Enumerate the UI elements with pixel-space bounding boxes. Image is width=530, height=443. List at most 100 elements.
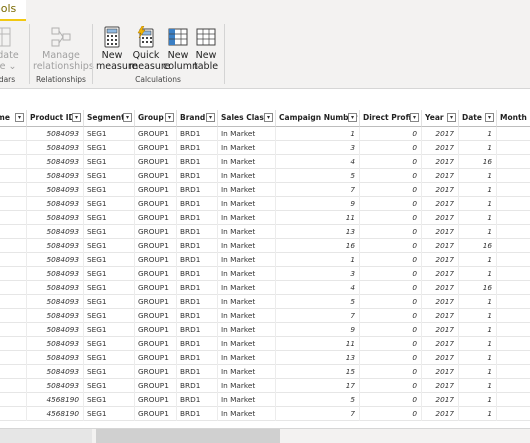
cell-sales-class: In Market — [218, 197, 276, 211]
filter-dropdown-icon[interactable]: ▾ — [72, 113, 81, 122]
table-row[interactable]: 5084093 SEG1 GROUP1 BRD1 In Market 1 0 2017 1 — [0, 127, 530, 141]
cell-campaign-number: 4 — [276, 155, 360, 169]
scroll-thumb[interactable] — [96, 429, 280, 443]
cell-segment: SEG1 — [84, 267, 135, 281]
cell-group: GROUP1 — [135, 365, 177, 379]
column-header-date[interactable]: Date ▾ — [459, 110, 497, 127]
table-row[interactable]: 5084093 SEG1 GROUP1 BRD1 In Market 13 0 2017 1 — [0, 225, 530, 239]
cell-product-id: 5084093 — [27, 197, 84, 211]
table-row[interactable]: 5084093 SEG1 GROUP1 BRD1 In Market 13 0 2017 1 — [0, 351, 530, 365]
filter-dropdown-icon[interactable]: ▾ — [206, 113, 215, 122]
filter-dropdown-icon[interactable]: ▾ — [123, 113, 132, 122]
cell-year: 2017 — [422, 169, 459, 183]
table-row[interactable]: 5084093 SEG1 GROUP1 BRD1 In Market 3 0 2017 1 — [0, 267, 530, 281]
new-column-button[interactable]: New column — [163, 26, 198, 72]
new-measure-button[interactable]: New measure — [96, 26, 137, 72]
cell-sales-class: In Market — [218, 253, 276, 267]
column-header-segment[interactable]: Segment ▾ — [84, 110, 135, 127]
table-row[interactable]: 5084093 SEG1 GROUP1 BRD1 In Market 15 0 2017 1 — [0, 365, 530, 379]
cell-campaign-number: 5 — [276, 169, 360, 183]
table-row[interactable]: 5084093 SEG1 GROUP1 BRD1 In Market 5 0 2017 1 — [0, 169, 530, 183]
cell-product-id: 5084093 — [27, 127, 84, 141]
bottom-scrollbar[interactable] — [0, 428, 530, 443]
table-row[interactable]: 5084093 SEG1 GROUP1 BRD1 In Market 11 0 2017 1 — [0, 211, 530, 225]
cell-name — [0, 183, 27, 197]
table-row[interactable]: 5084093 SEG1 GROUP1 BRD1 In Market 17 0 2017 1 — [0, 379, 530, 393]
table-row[interactable]: 4568190 SEG1 GROUP1 BRD1 In Market 5 0 2017 1 — [0, 393, 530, 407]
quick-measure-label-2: measure — [129, 61, 171, 72]
table-row[interactable]: 5084093 SEG1 GROUP1 BRD1 In Market 7 0 2017 1 — [0, 309, 530, 323]
table-row[interactable]: 4568190 SEG1 GROUP1 BRD1 In Market 7 0 2017 1 — [0, 407, 530, 421]
filter-dropdown-icon[interactable]: ▾ — [15, 113, 24, 122]
column-header-sales-class[interactable]: Sales Class ▾ — [218, 110, 276, 127]
column-header-direct-profit[interactable]: Direct Profit ▾ — [360, 110, 422, 127]
table-row[interactable]: 5084093 SEG1 GROUP1 BRD1 In Market 16 0 2017 16 — [0, 239, 530, 253]
cell-direct-profit: 0 — [360, 155, 422, 169]
cell-segment: SEG1 — [84, 183, 135, 197]
cell-campaign-number: 13 — [276, 351, 360, 365]
table-row[interactable]: 5084093 SEG1 GROUP1 BRD1 In Market 7 0 2017 1 — [0, 183, 530, 197]
cell-name — [0, 407, 27, 421]
cell-segment: SEG1 — [84, 169, 135, 183]
cell-direct-profit: 0 — [360, 323, 422, 337]
column-header-year[interactable]: Year ▾ — [422, 110, 459, 127]
cell-name — [0, 197, 27, 211]
quick-measure-button[interactable]: Quick measure — [129, 26, 171, 72]
cell-year: 2017 — [422, 127, 459, 141]
filter-dropdown-icon[interactable]: ▾ — [264, 113, 273, 122]
cell-brand: BRD1 — [177, 267, 218, 281]
cell-product-id: 5084093 — [27, 267, 84, 281]
table-row[interactable]: 5084093 SEG1 GROUP1 BRD1 In Market 4 0 2017 16 — [0, 281, 530, 295]
cell-date: 1 — [459, 183, 497, 197]
table-row[interactable]: 5084093 SEG1 GROUP1 BRD1 In Market 9 0 2017 1 — [0, 323, 530, 337]
cell-sales-class: In Market — [218, 351, 276, 365]
cell-brand: BRD1 — [177, 211, 218, 225]
filter-dropdown-icon[interactable]: ▾ — [485, 113, 494, 122]
column-header-campaign-number[interactable]: Campaign Number ▾ — [276, 110, 360, 127]
cell-date: 1 — [459, 127, 497, 141]
cell-campaign-number: 1 — [276, 127, 360, 141]
filter-dropdown-icon[interactable]: ▾ — [165, 113, 174, 122]
tab-table-tools[interactable]: ools — [0, 0, 26, 21]
column-header-label: me — [0, 113, 10, 122]
filter-dropdown-icon[interactable]: ▾ — [447, 113, 456, 122]
new-table-button[interactable]: New table — [194, 26, 218, 72]
mark-as-date-table-button[interactable]: s date e ⌄ — [0, 26, 22, 72]
relationships-icon — [51, 27, 71, 47]
column-header-label: Group — [138, 113, 164, 122]
cell-sales-class: In Market — [218, 211, 276, 225]
quick-measure-label-1: Quick — [132, 50, 160, 61]
manage-relationships-button[interactable]: Manage relationships — [33, 26, 94, 72]
cell-direct-profit: 0 — [360, 211, 422, 225]
cell-campaign-number: 5 — [276, 393, 360, 407]
filter-dropdown-icon[interactable]: ▾ — [410, 113, 419, 122]
table-row[interactable]: 5084093 SEG1 GROUP1 BRD1 In Market 4 0 2017 16 — [0, 155, 530, 169]
column-header-name[interactable]: me ▾ — [0, 110, 27, 127]
table-row[interactable]: 5084093 SEG1 GROUP1 BRD1 In Market 5 0 2017 1 — [0, 295, 530, 309]
column-header-month[interactable]: Month — [497, 110, 530, 127]
cell-month — [497, 379, 530, 393]
table-row[interactable]: 5084093 SEG1 GROUP1 BRD1 In Market 3 0 2017 1 — [0, 141, 530, 155]
cell-month — [497, 295, 530, 309]
cell-year: 2017 — [422, 183, 459, 197]
cell-month — [497, 169, 530, 183]
cell-year: 2017 — [422, 309, 459, 323]
cell-group: GROUP1 — [135, 295, 177, 309]
table-row[interactable]: 5084093 SEG1 GROUP1 BRD1 In Market 11 0 2017 1 — [0, 337, 530, 351]
cell-campaign-number: 13 — [276, 225, 360, 239]
cell-group: GROUP1 — [135, 309, 177, 323]
table-row[interactable]: 5084093 SEG1 GROUP1 BRD1 In Market 9 0 2017 1 — [0, 197, 530, 211]
cell-product-id: 5084093 — [27, 379, 84, 393]
cell-month — [497, 365, 530, 379]
column-header-product-id[interactable]: Product ID ▾ — [27, 110, 84, 127]
cell-date: 1 — [459, 351, 497, 365]
cell-direct-profit: 0 — [360, 225, 422, 239]
cell-segment: SEG1 — [84, 127, 135, 141]
cell-month — [497, 225, 530, 239]
table-row[interactable]: 5084093 SEG1 GROUP1 BRD1 In Market 1 0 2017 1 — [0, 253, 530, 267]
column-header-brand[interactable]: Brand ▾ — [177, 110, 218, 127]
cell-brand: BRD1 — [177, 407, 218, 421]
filter-dropdown-icon[interactable]: ▾ — [348, 113, 357, 122]
column-header-group[interactable]: Group ▾ — [135, 110, 177, 127]
column-header-label: Segment — [87, 113, 125, 122]
